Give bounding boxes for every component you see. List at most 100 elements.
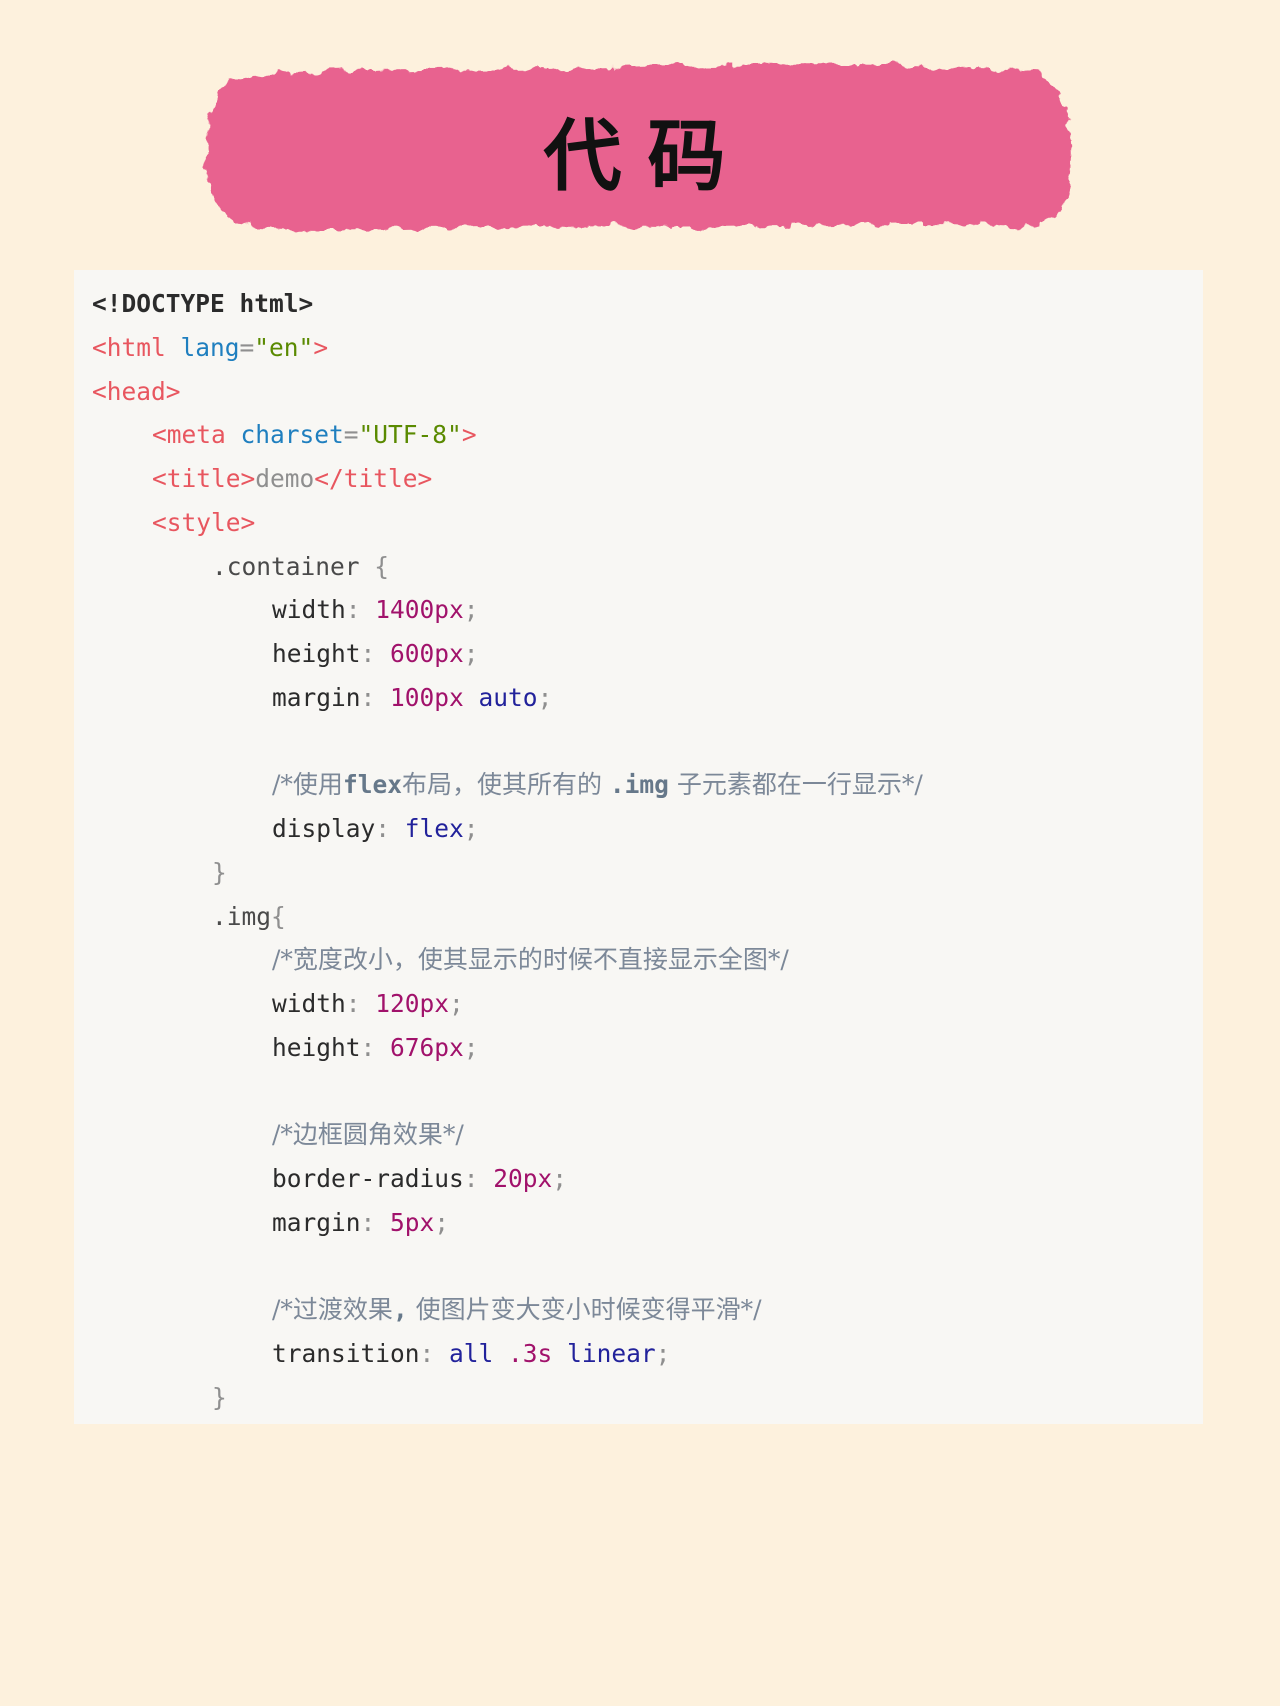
- code-line: <!DOCTYPE html>: [92, 282, 923, 326]
- property-token: margin: [272, 682, 361, 712]
- property-token: height: [272, 1032, 361, 1062]
- tag-token: >: [461, 420, 477, 450]
- code-block: <!DOCTYPE html> <html lang="en"> <head> …: [74, 270, 1203, 1424]
- punct-token: ;: [463, 595, 479, 625]
- punct-token: ;: [552, 1164, 568, 1193]
- comment-token: /*使用: [272, 770, 343, 800]
- code-line: /*边框圆角效果*/: [92, 1113, 923, 1157]
- comment-token: /*过渡效果: [272, 1295, 393, 1325]
- number-token: 120px: [375, 989, 450, 1018]
- page-title: 代码: [543, 110, 752, 202]
- comment-token: 子元素都在一行显示*/: [668, 770, 923, 800]
- punct-token: ;: [434, 1207, 450, 1237]
- comment-token: /*宽度改小，使其显示的时候不直接显示全图*/: [272, 945, 789, 975]
- property-token: width: [272, 989, 346, 1018]
- comment-token: .img: [609, 770, 669, 800]
- punct-token: =: [239, 332, 255, 362]
- string-token: "en": [254, 332, 314, 362]
- punct-token: ;: [655, 1339, 671, 1368]
- property-token: height: [272, 639, 361, 668]
- punct-token: :: [345, 595, 376, 625]
- tag-token: <meta: [152, 420, 226, 450]
- property-token: transition: [272, 1339, 420, 1368]
- punct-token: :: [360, 682, 391, 712]
- code-line: <meta charset="UTF-8">: [92, 413, 923, 457]
- punct-token: =: [343, 420, 359, 450]
- code-line: /*过渡效果, 使图片变大变小时候变得平滑*/: [92, 1288, 923, 1332]
- code-line: border-radius: 20px;: [92, 1157, 923, 1201]
- selector-token: .container: [212, 551, 375, 581]
- code-line: height: 676px;: [92, 1026, 923, 1070]
- comment-token: 使图片变大变小时候变得平滑*/: [407, 1295, 762, 1325]
- comment-token: ,: [392, 1295, 408, 1325]
- code-line: <html lang="en">: [92, 326, 923, 370]
- number-token: 600px: [390, 639, 464, 668]
- property-token: display: [272, 814, 376, 843]
- attr-token: charset: [225, 420, 344, 450]
- punct-token: ;: [449, 989, 464, 1018]
- code-line: display: flex;: [92, 807, 923, 851]
- property-token: margin: [272, 1207, 361, 1237]
- number-token: 5px: [390, 1207, 435, 1237]
- code-line: }: [92, 1376, 923, 1420]
- code-line: .img{: [92, 895, 923, 939]
- doctype-token: <!DOCTYPE html>: [92, 289, 314, 318]
- number-token: 20px: [493, 1164, 553, 1193]
- code-line: .container {: [92, 545, 923, 589]
- number-token: 676px: [390, 1032, 464, 1062]
- punct-token: ;: [463, 639, 479, 668]
- code-line: width: 1400px;: [92, 588, 923, 632]
- code-lines: <!DOCTYPE html> <html lang="en"> <head> …: [92, 282, 923, 1420]
- code-line: margin: 100px auto;: [92, 676, 923, 720]
- selector-token: .img: [212, 901, 272, 931]
- code-line: height: 600px;: [92, 632, 923, 676]
- comment-token: 布局，使其所有的: [401, 770, 610, 800]
- punct-token: :: [360, 639, 391, 668]
- punct-token: :: [419, 1339, 450, 1368]
- code-line: /*使用flex布局，使其所有的 .img 子元素都在一行显示*/: [92, 763, 923, 807]
- comment-token: /*边框圆角效果*/: [272, 1120, 464, 1150]
- punct-token: :: [463, 1164, 494, 1193]
- punct-token: ;: [463, 1032, 479, 1062]
- punct-token: }: [212, 857, 227, 887]
- code-line: <head>: [92, 370, 923, 414]
- number-token: 100px: [390, 682, 464, 712]
- code-line: <style>: [92, 501, 923, 545]
- code-line: margin: 5px;: [92, 1201, 923, 1245]
- code-line: width: 120px;: [92, 982, 923, 1026]
- punct-token: }: [212, 1382, 227, 1412]
- text-token: demo: [255, 464, 315, 493]
- attr-token: lang: [165, 332, 240, 362]
- keyword-token: auto: [463, 682, 538, 712]
- number-token: .3s: [493, 1339, 553, 1368]
- property-token: width: [272, 595, 346, 625]
- string-token: "UTF-8": [358, 420, 462, 450]
- tag-token: </title>: [314, 464, 433, 493]
- keyword-token: flex: [404, 814, 464, 843]
- tag-token: <head>: [92, 376, 181, 406]
- keyword-token: all: [449, 1339, 494, 1368]
- punct-token: {: [271, 901, 286, 931]
- code-line: /*宽度改小，使其显示的时候不直接显示全图*/: [92, 938, 923, 982]
- keyword-token: linear: [552, 1339, 656, 1368]
- punct-token: ;: [463, 814, 479, 843]
- code-line: <title>demo</title>: [92, 457, 923, 501]
- code-line: }: [92, 851, 923, 895]
- punct-token: :: [345, 989, 376, 1018]
- punct-token: {: [374, 551, 390, 581]
- tag-token: >: [313, 332, 329, 362]
- code-line: transition: all .3s linear;: [92, 1332, 923, 1376]
- number-token: 1400px: [375, 595, 464, 625]
- tag-token: <style>: [152, 507, 256, 537]
- punct-token: :: [360, 1032, 391, 1062]
- tag-token: <html: [92, 332, 166, 362]
- tag-token: <title>: [152, 464, 256, 493]
- punct-token: :: [360, 1207, 391, 1237]
- punct-token: :: [375, 814, 405, 843]
- title-banner: 代码: [190, 58, 1083, 241]
- punct-token: ;: [537, 682, 553, 712]
- property-token: border-radius: [272, 1164, 464, 1193]
